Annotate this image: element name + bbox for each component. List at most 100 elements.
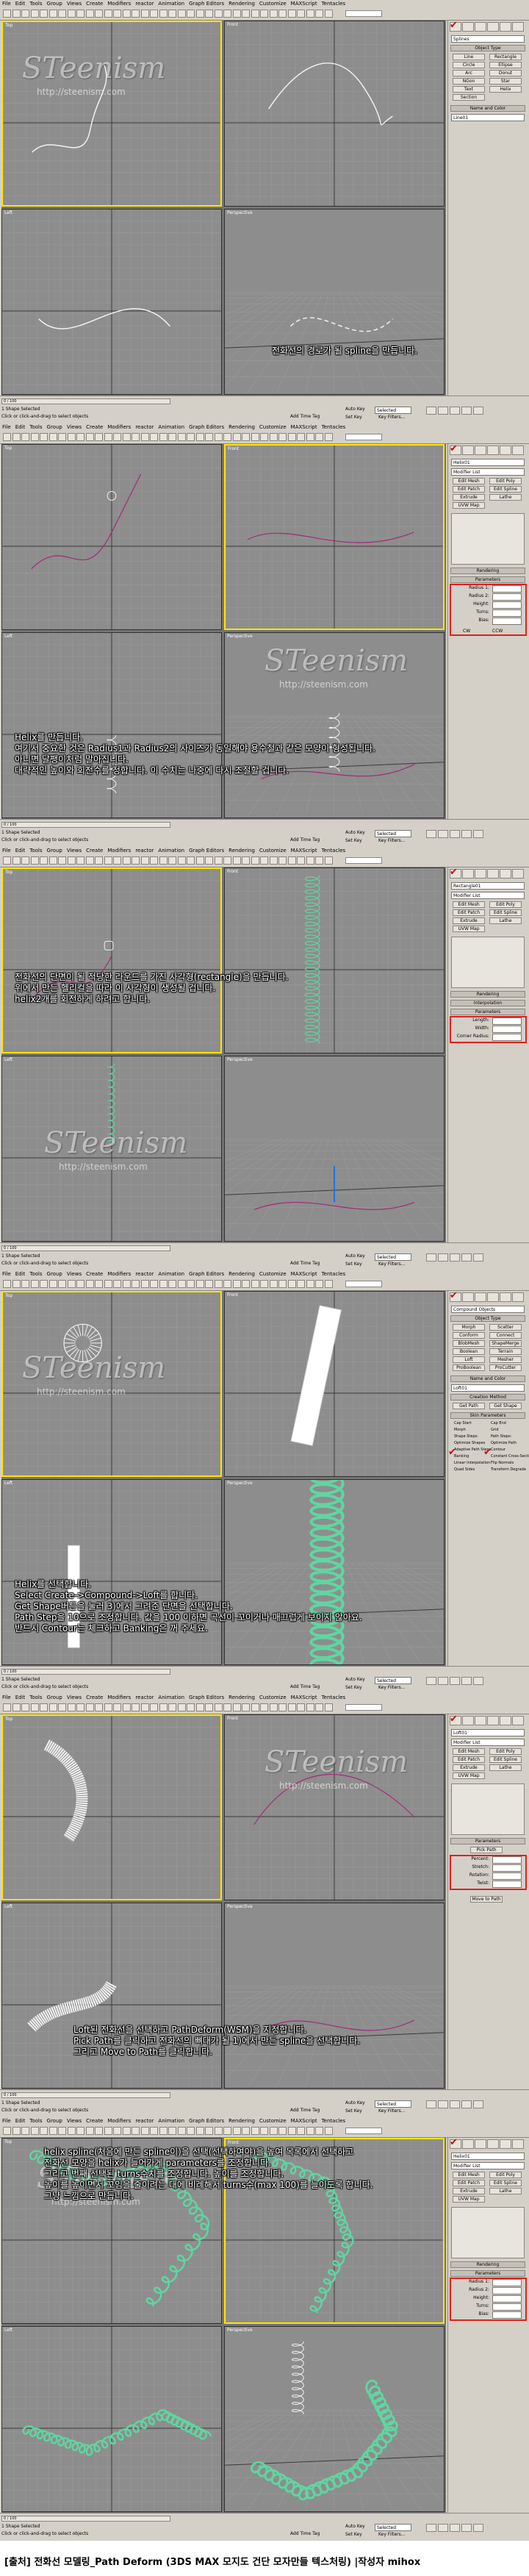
command-button-edit-spline[interactable]: Edit Spline (489, 486, 522, 493)
toolbar-button[interactable] (306, 1280, 314, 1288)
toolbar-button[interactable] (30, 2127, 39, 2135)
command-tab[interactable] (512, 1716, 524, 1725)
key-filters-button[interactable]: Key Filters... (378, 415, 406, 421)
toolbar-button[interactable] (48, 1703, 57, 1711)
command-tab[interactable] (475, 1292, 486, 1302)
toolbar-button[interactable] (140, 1280, 149, 1288)
rollout-header[interactable]: Name and Color (450, 105, 525, 112)
command-tab[interactable] (500, 1716, 511, 1725)
toolbar-button[interactable] (12, 433, 21, 441)
playback-button[interactable] (438, 2524, 448, 2532)
toolbar-button[interactable] (195, 856, 204, 865)
menu-item-tools[interactable]: Tools (27, 1270, 44, 1278)
toolbar-button[interactable] (159, 856, 168, 865)
menu-item-modifiers[interactable]: Modifiers (105, 847, 133, 855)
toolbar-button[interactable] (278, 1703, 287, 1711)
menu-item-modifiers[interactable]: Modifiers (105, 1270, 133, 1278)
menu-item-edit[interactable]: Edit (13, 847, 28, 855)
menu-item-animation[interactable]: Animation (156, 423, 187, 432)
menu-item-tools[interactable]: Tools (27, 847, 44, 855)
toolbar-button[interactable] (48, 433, 57, 441)
toolbar-button[interactable] (58, 1280, 66, 1288)
rollout-header[interactable]: Creation Method (450, 1394, 525, 1400)
parameter-spinner[interactable] (492, 2311, 522, 2319)
toolbar-button[interactable] (150, 10, 158, 18)
viewport-front[interactable]: Front (224, 1291, 445, 1477)
set-key-button[interactable]: Set Key (345, 838, 362, 844)
menu-item-views[interactable]: Views (65, 1270, 84, 1278)
command-tab[interactable] (462, 22, 474, 32)
menu-item-reactor[interactable]: reactor (133, 423, 156, 432)
command-button-blobmesh[interactable]: BlobMesh (453, 1340, 485, 1347)
toolbar-button[interactable] (324, 433, 333, 441)
viewport-left[interactable]: Left (1, 209, 222, 395)
toolbar-button[interactable] (205, 856, 213, 865)
menu-item-customize[interactable]: Customize (257, 1270, 289, 1278)
toolbar-button[interactable] (40, 10, 48, 18)
toolbar-button[interactable] (168, 2127, 176, 2135)
toolbar-button[interactable] (3, 2127, 11, 2135)
set-key-button[interactable]: Set Key (345, 1262, 362, 1267)
skin-option[interactable]: Quad Sides (454, 1467, 475, 1472)
command-button-lathe[interactable]: Lathe (489, 2188, 522, 2194)
toolbar-button[interactable] (195, 10, 204, 18)
playback-button[interactable] (426, 1677, 436, 1685)
menu-item-views[interactable]: Views (65, 847, 84, 855)
selected-dropdown[interactable]: Selected (375, 1677, 411, 1684)
selected-dropdown[interactable]: Selected (375, 407, 411, 414)
menu-item-rendering[interactable]: Rendering (226, 847, 257, 855)
toolbar-button[interactable] (122, 10, 131, 18)
playback-button[interactable] (450, 1677, 460, 1685)
toolbar-button[interactable] (232, 10, 241, 18)
command-button-uvw-map[interactable]: UVW Map (453, 1772, 485, 1779)
menu-item-graph-editors[interactable]: Graph Editors (187, 847, 226, 855)
toolbar-button[interactable] (76, 1280, 84, 1288)
menu-item-maxscript[interactable]: MAXScript (289, 1270, 320, 1278)
toolbar-button[interactable] (40, 1703, 48, 1711)
toolbar-button[interactable] (30, 1703, 39, 1711)
toolbar-button[interactable] (306, 856, 314, 865)
toolbar-button[interactable] (187, 433, 195, 441)
selected-dropdown[interactable]: Selected (375, 2100, 411, 2108)
rollout-header[interactable]: Parameters (450, 2270, 525, 2277)
toolbar-button[interactable] (58, 433, 66, 441)
menu-item-create[interactable]: Create (84, 847, 105, 855)
toolbar-button[interactable] (3, 10, 11, 18)
viewport-front[interactable]: Front (224, 444, 445, 630)
toolbar-button[interactable] (223, 1280, 231, 1288)
parameter-spinner[interactable] (492, 601, 522, 609)
toolbar-button[interactable] (260, 856, 268, 865)
menu-item-reactor[interactable]: reactor (133, 1694, 156, 1702)
toolbar-button[interactable] (122, 433, 131, 441)
key-filters-button[interactable]: Key Filters... (378, 838, 406, 844)
selection-set-dropdown[interactable] (345, 857, 382, 864)
command-tab[interactable] (487, 1716, 499, 1725)
menu-item-maxscript[interactable]: MAXScript (289, 847, 320, 855)
menu-item-rendering[interactable]: Rendering (226, 2117, 257, 2125)
toolbar-button[interactable] (287, 10, 296, 18)
playback-button[interactable] (450, 1253, 460, 1262)
toolbar-button[interactable] (76, 1703, 84, 1711)
command-button-edit-mesh[interactable]: Edit Mesh (453, 2172, 485, 2178)
toolbar-button[interactable] (113, 433, 121, 441)
playback-button[interactable] (473, 2524, 483, 2532)
toolbar-button[interactable] (104, 433, 112, 441)
toolbar-button[interactable] (269, 10, 278, 18)
time-slider[interactable]: 0 / 100 (1, 1245, 170, 1251)
command-button-star[interactable]: Star (489, 78, 522, 85)
parameter-spinner[interactable] (492, 1872, 522, 1880)
playback-button[interactable] (461, 830, 472, 838)
toolbar-button[interactable] (269, 2127, 278, 2135)
toolbar-button[interactable] (150, 433, 158, 441)
menu-item-create[interactable]: Create (84, 2117, 105, 2125)
menu-item-rendering[interactable]: Rendering (226, 0, 257, 8)
command-tab[interactable] (487, 22, 499, 32)
menu-item-reactor[interactable]: reactor (133, 847, 156, 855)
parameter-spinner[interactable] (492, 1856, 522, 1864)
toolbar-button[interactable] (95, 433, 103, 441)
skin-option[interactable]: Constant Cross-Section (491, 1454, 529, 1459)
time-slider[interactable]: 0 / 100 (1, 2516, 170, 2522)
menu-item-file[interactable]: File (0, 423, 13, 432)
parameter-spinner[interactable] (492, 2279, 522, 2286)
menu-item-file[interactable]: File (0, 0, 13, 8)
